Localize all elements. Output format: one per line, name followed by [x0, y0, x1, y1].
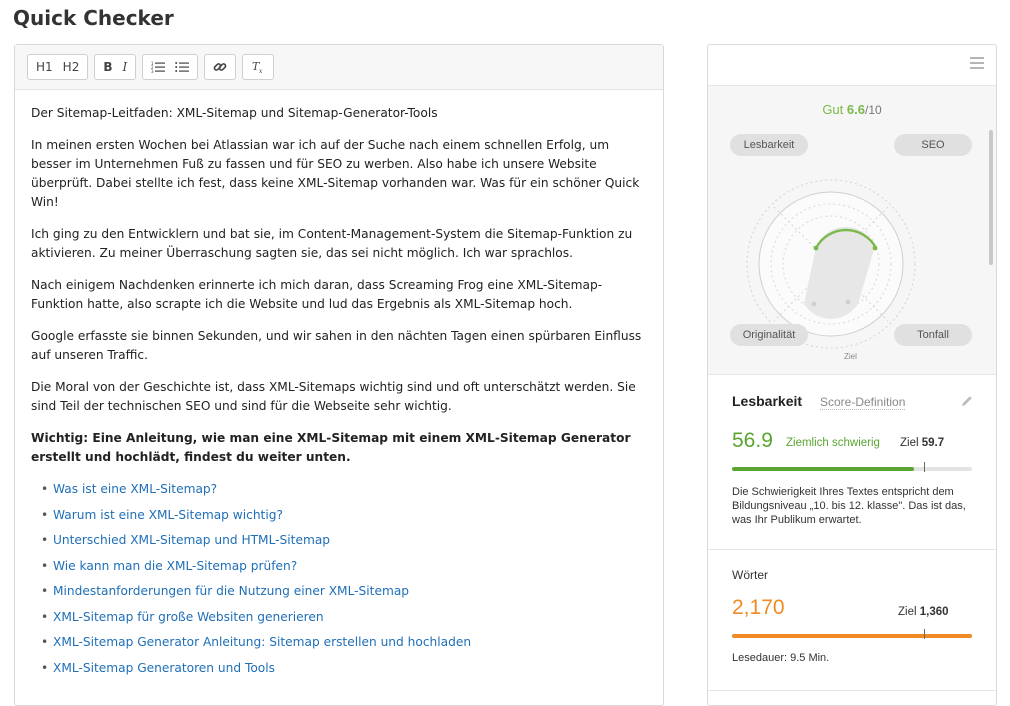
- paragraph: Die Moral von der Geschichte ist, dass X…: [31, 380, 636, 413]
- paragraph: Ich ging zu den Entwicklern und bat sie,…: [31, 227, 633, 260]
- clear-format-icon: Tx: [252, 60, 263, 74]
- paragraph: Nach einigem Nachdenken erinnerte ich mi…: [31, 278, 603, 311]
- list-group: 123: [142, 54, 199, 80]
- list-item: XML-Sitemap Generatoren und Tools: [41, 659, 647, 678]
- pencil-icon[interactable]: [960, 394, 974, 408]
- readability-bar: [732, 462, 972, 472]
- clear-format-button[interactable]: Tx: [247, 60, 269, 74]
- italic-button[interactable]: I: [119, 56, 132, 78]
- list-item: XML-Sitemap für große Websiten generiere…: [41, 608, 647, 627]
- readability-section: Lesbarkeit Score-Definition 56.9 Ziemlic…: [708, 375, 996, 550]
- list-item: Warum ist eine XML-Sitemap wichtig?: [41, 506, 647, 525]
- toc-link[interactable]: XML-Sitemap für große Websiten generiere…: [53, 610, 324, 624]
- heading1-button[interactable]: H1: [32, 56, 57, 78]
- toc-link[interactable]: XML-Sitemap Generatoren und Tools: [53, 661, 275, 675]
- score-point: [811, 301, 817, 307]
- toc-link[interactable]: Mindestanforderungen für die Nutzung ein…: [53, 584, 409, 598]
- pill-seo[interactable]: SEO: [894, 134, 972, 156]
- link-button[interactable]: [209, 60, 231, 74]
- svg-text:3: 3: [151, 69, 154, 73]
- svg-text:x: x: [259, 68, 263, 74]
- toc-link[interactable]: Wie kann man die XML-Sitemap prüfen?: [53, 559, 297, 573]
- list-item: Unterschied XML-Sitemap und HTML-Sitemap: [41, 531, 647, 550]
- words-section: Wörter 2,170 Ziel 1,360 Lesedauer: 9.5 M…: [708, 550, 996, 691]
- link-icon: [213, 63, 227, 71]
- reading-time: Lesedauer: 9.5 Min.: [732, 652, 830, 664]
- toc-link[interactable]: Was ist eine XML-Sitemap?: [53, 482, 217, 496]
- important-note: Wichtig: Eine Anleitung, wie man eine XM…: [31, 431, 631, 464]
- words-target: Ziel 1,360: [898, 606, 949, 618]
- pill-originalitaet[interactable]: Originalität: [730, 324, 808, 346]
- page-title: Quick Checker: [13, 6, 174, 30]
- score-point: [872, 245, 878, 251]
- readability-target: Ziel 59.7: [900, 437, 945, 449]
- score-panel: Gut 6.6/10 Lesbarkeit SEO Originalität T…: [707, 44, 997, 706]
- score-point: [845, 299, 851, 305]
- list-item: Wie kann man die XML-Sitemap prüfen?: [41, 557, 647, 576]
- toc-list: Was ist eine XML-Sitemap? Warum ist eine…: [31, 480, 647, 678]
- score-definition-link[interactable]: Score-Definition: [820, 395, 906, 410]
- paragraph: Google erfasste sie binnen Sekunden, und…: [31, 329, 642, 362]
- paragraph: In meinen ersten Wochen bei Atlassian wa…: [31, 138, 640, 209]
- menu-icon[interactable]: [970, 57, 984, 69]
- words-bar: [732, 629, 972, 639]
- bullet-list-icon: [175, 62, 190, 72]
- score-point: [813, 245, 819, 251]
- list-item: XML-Sitemap Generator Anleitung: Sitemap…: [41, 633, 647, 652]
- score-overview: Gut 6.6/10 Lesbarkeit SEO Originalität T…: [708, 86, 996, 375]
- toc-link[interactable]: XML-Sitemap Generator Anleitung: Sitemap…: [53, 635, 471, 649]
- target-ring-label: Ziel: [844, 352, 857, 361]
- ordered-list-button[interactable]: 123: [147, 61, 169, 73]
- word-count: 2,170: [732, 596, 785, 619]
- article-heading: Der Sitemap-Leitfaden: XML-Sitemap und S…: [31, 106, 438, 120]
- panel-scrollbar[interactable]: [989, 130, 993, 265]
- readability-explanation: Die Schwierigkeit Ihres Textes entsprich…: [732, 486, 966, 526]
- bullet-list-button[interactable]: [171, 61, 193, 73]
- heading2-button[interactable]: H2: [59, 56, 84, 78]
- pill-lesbarkeit[interactable]: Lesbarkeit: [730, 134, 808, 156]
- readability-target-mark: [924, 462, 925, 472]
- words-title: Wörter: [732, 568, 768, 582]
- ordered-list-icon: 123: [151, 61, 166, 73]
- toc-link[interactable]: Unterschied XML-Sitemap und HTML-Sitemap: [53, 533, 330, 547]
- list-item: Mindestanforderungen für die Nutzung ein…: [41, 582, 647, 601]
- bold-button[interactable]: B: [99, 56, 116, 78]
- link-group: [204, 54, 237, 80]
- words-bar-fill: [732, 634, 972, 638]
- readability-value: 56.9: [732, 429, 773, 452]
- heading-group: H1 H2: [27, 54, 89, 80]
- format-group: B I: [94, 54, 137, 80]
- panel-header: [708, 45, 996, 86]
- clear-group: Tx: [242, 54, 275, 80]
- list-item: Was ist eine XML-Sitemap?: [41, 480, 647, 499]
- readability-title: Lesbarkeit: [732, 393, 803, 409]
- editor-content[interactable]: Der Sitemap-Leitfaden: XML-Sitemap und S…: [15, 90, 663, 678]
- toc-link[interactable]: Warum ist eine XML-Sitemap wichtig?: [53, 508, 283, 522]
- words-target-mark: [924, 629, 925, 639]
- readability-rating: Ziemlich schwierig: [786, 437, 880, 449]
- pill-tonfall[interactable]: Tonfall: [894, 324, 972, 346]
- editor-toolbar: H1 H2 B I 123 Tx: [15, 45, 663, 90]
- text-editor[interactable]: H1 H2 B I 123 Tx Der Sitemap-Leitfaden: …: [14, 44, 664, 706]
- readability-bar-fill: [732, 467, 915, 471]
